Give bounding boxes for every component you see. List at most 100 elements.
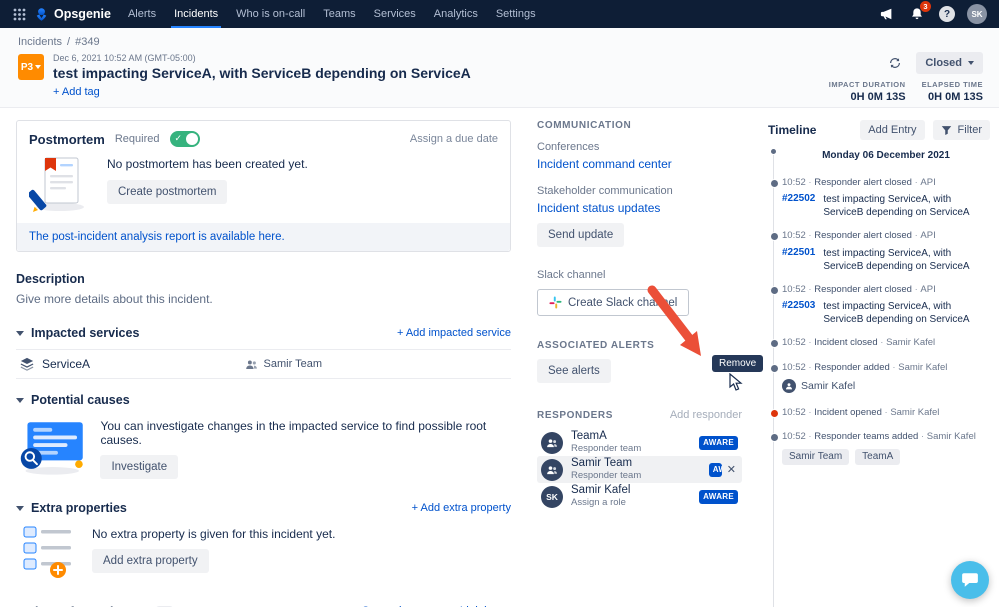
user-avatar-sk: SK bbox=[541, 485, 563, 508]
responder-row-samir-kafel[interactable]: SK Samir Kafel Assign a role AWARE bbox=[537, 483, 742, 510]
description-text: Give more details about this incident. bbox=[16, 292, 213, 306]
notifications-bell-icon[interactable]: 3 bbox=[907, 1, 931, 24]
incident-details-column: Postmortem Required Assign a due date bbox=[16, 120, 511, 607]
send-update-button[interactable]: Send update bbox=[537, 223, 625, 247]
entry-action: Incident opened bbox=[806, 407, 882, 418]
entry-action: Responder alert closed bbox=[806, 177, 912, 188]
breadcrumb: Incidents / #349 bbox=[18, 36, 100, 48]
alert-link[interactable]: #22502 bbox=[782, 193, 815, 219]
incident-command-center-link[interactable]: Incident command center bbox=[537, 157, 742, 171]
communication-header: COMMUNICATION bbox=[537, 120, 632, 131]
nav-item-analytics[interactable]: Analytics bbox=[425, 0, 487, 28]
entry-by: Samir Kafel bbox=[890, 362, 948, 373]
nav-item-settings[interactable]: Settings bbox=[487, 0, 545, 28]
service-owner-name: Samir Team bbox=[263, 358, 322, 370]
entry-time: 10:52 bbox=[782, 230, 806, 242]
elapsed-time-value: 0H 0M 13S bbox=[927, 91, 983, 103]
timeline-title: Timeline bbox=[768, 123, 817, 137]
priority-dropdown[interactable]: P3 bbox=[18, 54, 44, 80]
responder-row-teama[interactable]: TeamA Responder team AWARE bbox=[537, 429, 742, 456]
associated-alerts-header: ASSOCIATED ALERTS bbox=[537, 340, 655, 351]
user-avatar[interactable]: SK bbox=[967, 4, 987, 24]
nav-item-who-is-on-call[interactable]: Who is on-call bbox=[227, 0, 314, 28]
timeline-entry-meta: 10:52Responder alert closedAPI bbox=[782, 230, 990, 241]
service-row[interactable]: ServiceA Samir Team bbox=[16, 349, 511, 379]
alert-text: test impacting ServiceA, with ServiceB d… bbox=[823, 194, 970, 219]
announcements-icon[interactable] bbox=[877, 4, 897, 24]
potential-causes-title: Potential causes bbox=[31, 393, 130, 407]
team-tag[interactable]: Samir Team bbox=[782, 448, 850, 465]
extra-properties-title: Extra properties bbox=[31, 501, 127, 515]
entry-action: Responder added bbox=[806, 362, 890, 373]
status-label: Closed bbox=[925, 57, 962, 69]
chevron-down-icon[interactable] bbox=[16, 505, 24, 511]
entry-action: Responder alert closed bbox=[806, 284, 912, 295]
add-entry-button[interactable]: Add Entry bbox=[860, 120, 925, 140]
alert-link[interactable]: #22501 bbox=[782, 247, 815, 273]
filter-button[interactable]: Filter bbox=[932, 120, 990, 140]
primary-nav: Alerts Incidents Who is on-call Teams Se… bbox=[119, 0, 545, 28]
entry-time: 10:52 bbox=[782, 431, 806, 443]
aware-badge: AWARE bbox=[699, 489, 738, 504]
entry-time: 10:52 bbox=[782, 406, 806, 418]
duration-stats: IMPACT DURATION 0H 0M 13S ELAPSED TIME 0… bbox=[829, 80, 983, 103]
opsgenie-brand[interactable]: Opsgenie bbox=[30, 7, 119, 22]
nav-item-alerts[interactable]: Alerts bbox=[119, 0, 165, 28]
extra-properties-illustration bbox=[23, 526, 71, 578]
add-responder-input[interactable]: Add responder bbox=[670, 409, 742, 421]
opsgenie-incident-page: Opsgenie Alerts Incidents Who is on-call… bbox=[0, 0, 999, 607]
extra-properties-empty-text: No extra property is given for this inci… bbox=[92, 527, 336, 541]
stakeholder-communication-label: Stakeholder communication bbox=[537, 185, 673, 197]
incident-status-updates-link[interactable]: Incident status updates bbox=[537, 201, 742, 215]
add-extra-property-button[interactable]: Add extra property bbox=[92, 549, 209, 573]
see-alerts-button[interactable]: See alerts bbox=[537, 359, 611, 383]
create-postmortem-button[interactable]: Create postmortem bbox=[107, 180, 228, 204]
incident-header: Incidents / #349 P3 Dec 6, 2021 10:52 AM… bbox=[0, 28, 999, 108]
create-slack-channel-button[interactable]: Create Slack channel bbox=[537, 289, 690, 316]
responder-added-chip[interactable]: Samir Kafel bbox=[782, 378, 990, 393]
nav-item-incidents[interactable]: Incidents bbox=[165, 0, 227, 28]
refresh-icon[interactable] bbox=[888, 56, 902, 70]
communication-column: COMMUNICATION Conferences Incident comma… bbox=[537, 120, 742, 510]
investigate-button[interactable]: Investigate bbox=[100, 455, 179, 479]
timeline-entry-meta: 10:52Incident closedSamir Kafel bbox=[782, 337, 990, 348]
alert-link[interactable]: #22503 bbox=[782, 300, 815, 326]
brand-name: Opsgenie bbox=[54, 7, 111, 21]
responder-added-name: Samir Kafel bbox=[801, 379, 856, 392]
postmortem-report-link[interactable]: The post-incident analysis report is ava… bbox=[29, 231, 285, 243]
timeline-date-header: Monday 06 December 2021 bbox=[822, 150, 950, 161]
potential-causes-section: Potential causes You can investigate cha… bbox=[16, 393, 511, 479]
postmortem-card: Postmortem Required Assign a due date bbox=[16, 120, 511, 252]
notification-count-badge: 3 bbox=[919, 1, 931, 12]
responder-role: Responder team bbox=[571, 469, 642, 481]
assign-due-date[interactable]: Assign a due date bbox=[410, 133, 498, 145]
add-impacted-service-link[interactable]: + Add impacted service bbox=[397, 327, 511, 339]
help-icon[interactable]: ? bbox=[937, 4, 957, 24]
app-switcher-icon[interactable] bbox=[8, 3, 30, 25]
chat-widget-button[interactable] bbox=[951, 561, 989, 599]
filter-icon bbox=[941, 125, 951, 135]
responder-row-samir-team[interactable]: Samir Team Responder team AWARE ✕ bbox=[537, 456, 742, 483]
chevron-down-icon[interactable] bbox=[16, 397, 24, 403]
responder-role: Responder team bbox=[571, 442, 642, 454]
opsgenie-logo-icon bbox=[36, 7, 47, 21]
required-toggle[interactable] bbox=[169, 131, 200, 147]
nav-item-services[interactable]: Services bbox=[365, 0, 425, 28]
status-dropdown[interactable]: Closed bbox=[916, 52, 983, 74]
remove-responder-icon[interactable]: ✕ bbox=[727, 463, 736, 476]
team-tag[interactable]: TeamA bbox=[855, 448, 901, 465]
entry-by: Samir Kafel bbox=[918, 431, 976, 442]
potential-causes-text: You can investigate changes in the impac… bbox=[100, 419, 487, 447]
chevron-down-icon[interactable] bbox=[16, 330, 24, 336]
breadcrumb-incidents-link[interactable]: Incidents bbox=[18, 36, 62, 48]
entry-by: Samir Kafel bbox=[878, 337, 936, 348]
add-extra-property-link[interactable]: + Add extra property bbox=[412, 502, 511, 514]
service-name: ServiceA bbox=[42, 357, 91, 371]
description-title: Description bbox=[16, 272, 85, 286]
entry-action: Responder teams added bbox=[806, 431, 919, 442]
incident-title: test impacting ServiceA, with ServiceB d… bbox=[53, 65, 471, 81]
conferences-label: Conferences bbox=[537, 141, 600, 153]
nav-item-teams[interactable]: Teams bbox=[314, 0, 364, 28]
add-tag-link[interactable]: + Add tag bbox=[53, 86, 100, 98]
timeline-entry-incident-opened: 10:52Incident openedSamir Kafel bbox=[769, 406, 990, 419]
